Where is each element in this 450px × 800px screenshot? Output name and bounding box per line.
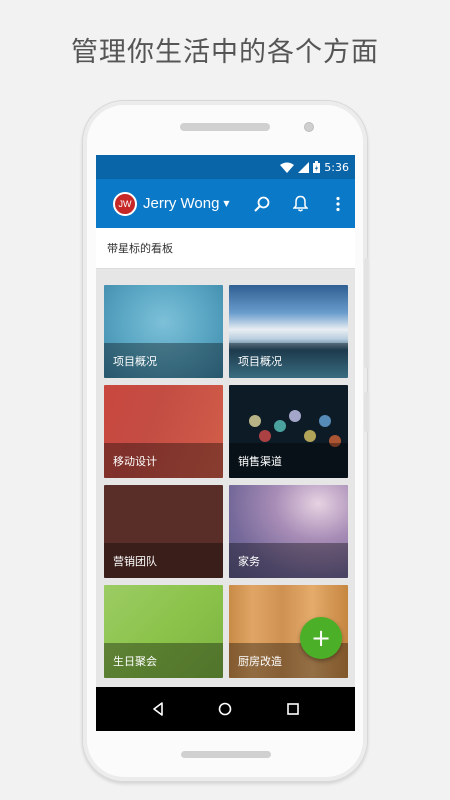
board-title: 移动设计 — [104, 443, 223, 478]
front-camera — [304, 122, 314, 132]
board-card[interactable]: 生日聚会 — [104, 585, 223, 678]
board-title: 项目概况 — [229, 343, 348, 378]
status-bar: 5:36 — [96, 155, 355, 179]
chevron-down-icon[interactable]: ▼ — [223, 199, 229, 208]
wifi-icon — [280, 162, 295, 173]
board-card[interactable]: 家务 — [229, 485, 348, 578]
home-icon[interactable] — [215, 699, 235, 719]
signal-icon — [298, 161, 310, 173]
board-title: 营销团队 — [104, 543, 223, 578]
search-icon[interactable] — [253, 195, 271, 213]
more-vert-icon[interactable] — [329, 195, 347, 213]
promo-headline: 管理你生活中的各个方面 — [71, 37, 379, 68]
board-card[interactable]: 项目概况 — [229, 285, 348, 378]
bokeh-light — [304, 430, 316, 442]
bell-icon[interactable] — [291, 195, 309, 213]
power-button — [364, 392, 369, 432]
status-time: 5:36 — [324, 160, 349, 174]
board-card[interactable]: 移动设计 — [104, 385, 223, 478]
board-title: 家务 — [229, 543, 348, 578]
volume-button — [364, 258, 369, 368]
navigation-bar — [96, 687, 355, 731]
battery-icon — [313, 161, 321, 173]
board-card[interactable]: 营销团队 — [104, 485, 223, 578]
account-name[interactable]: Jerry Wong — [143, 195, 219, 212]
starred-boards-header: 带星标的看板 — [96, 228, 355, 269]
add-board-button[interactable]: + — [300, 617, 342, 659]
board-card[interactable]: 销售渠道 — [229, 385, 348, 478]
board-card[interactable]: 项目概况 — [104, 285, 223, 378]
bottom-speaker — [181, 751, 271, 758]
bokeh-light — [249, 415, 261, 427]
board-title: 销售渠道 — [229, 443, 348, 478]
recents-icon[interactable] — [283, 699, 303, 719]
board-title: 项目概况 — [104, 343, 223, 378]
bokeh-light — [259, 430, 271, 442]
board-title: 生日聚会 — [104, 643, 223, 678]
back-icon[interactable] — [148, 699, 168, 719]
earpiece-speaker — [180, 123, 270, 131]
phone-screen: 5:36 JW Jerry Wong ▼ 带星标的看板 项目概况 项目概况移动设计… — [96, 155, 355, 731]
bokeh-light — [319, 415, 331, 427]
bokeh-light — [289, 410, 301, 422]
bokeh-light — [274, 420, 286, 432]
avatar[interactable]: JW — [113, 191, 137, 216]
app-bar: JW Jerry Wong ▼ — [96, 179, 355, 228]
